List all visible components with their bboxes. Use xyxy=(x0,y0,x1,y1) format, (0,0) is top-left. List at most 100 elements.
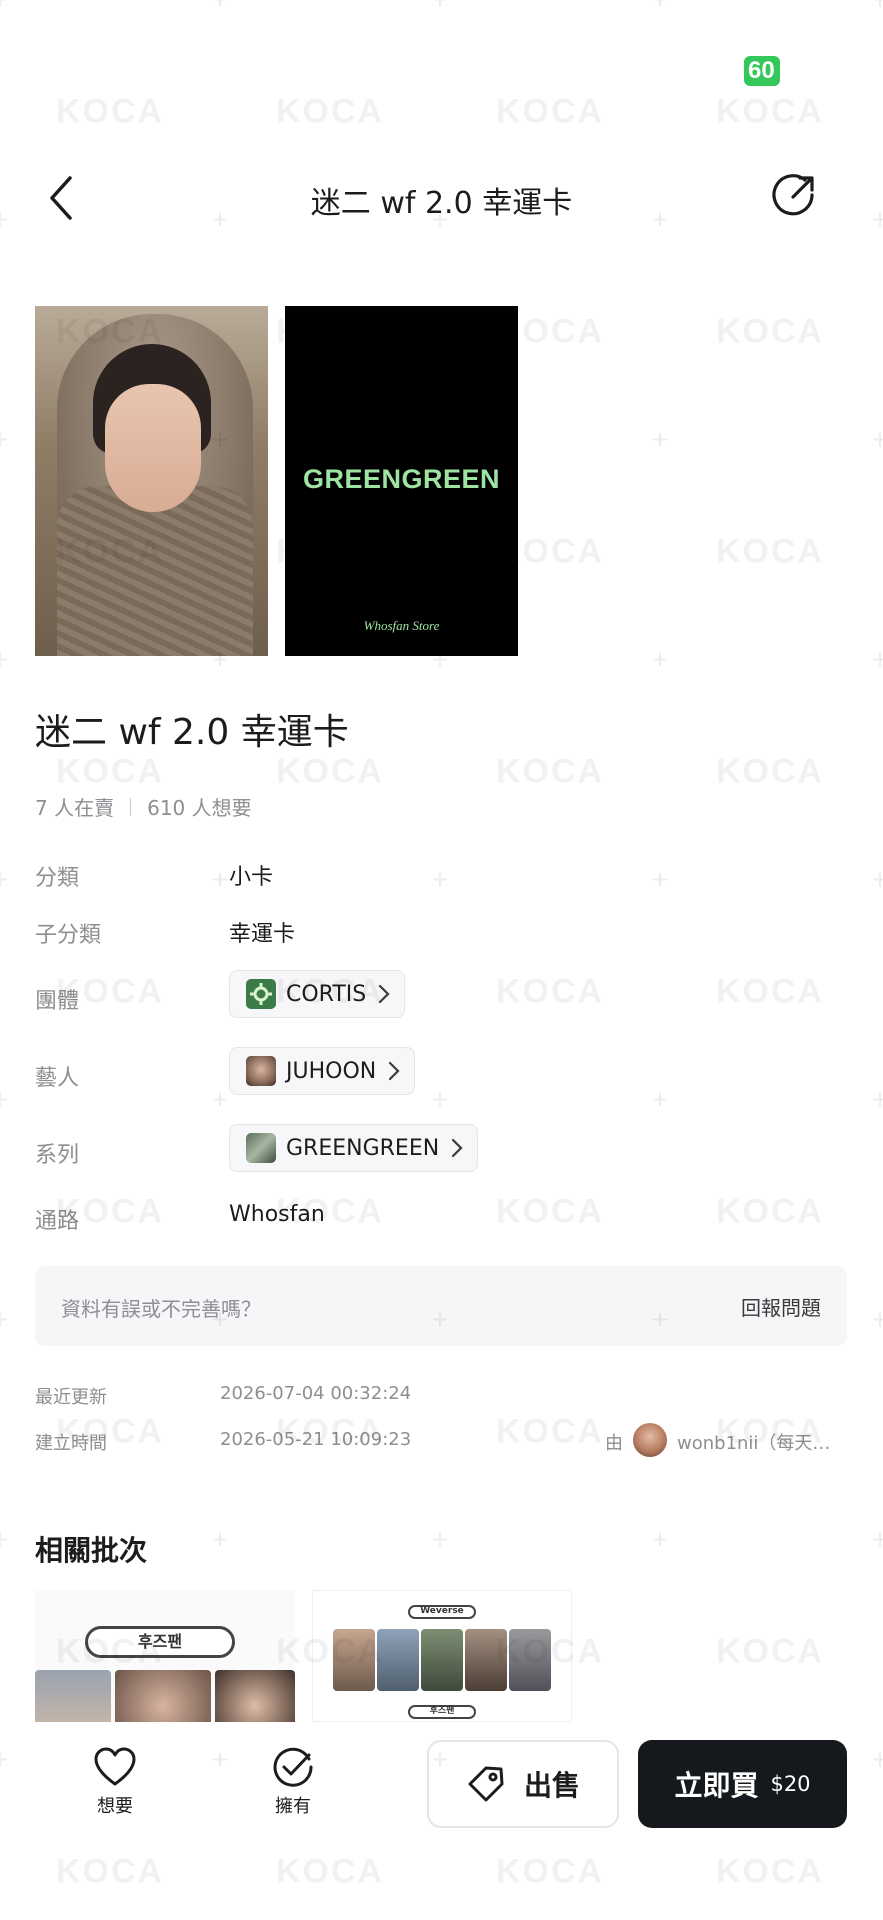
watermark-text: KOCA xyxy=(715,752,825,791)
want-label: 想要 xyxy=(97,1796,133,1817)
watermark-text: KOCA xyxy=(495,1412,605,1451)
card-back-image[interactable]: GREENGREEN Whosfan Store xyxy=(285,306,518,656)
watermark-sparkle: + xyxy=(650,427,670,453)
battery-indicator: 60 xyxy=(744,56,780,86)
chevron-right-icon xyxy=(389,1061,400,1081)
creator-name[interactable]: wonb1nii（每天… xyxy=(677,1429,837,1455)
watermark-sparkle: + xyxy=(0,648,9,673)
watermark-text: KOCA xyxy=(275,92,385,131)
updated-value: 2026-07-04 00:32:24 xyxy=(220,1383,412,1404)
watermark-text: KOCA xyxy=(495,1192,605,1231)
batch-photo xyxy=(115,1670,211,1722)
artist-chip[interactable]: JUHOON xyxy=(229,1047,416,1095)
batch-photo xyxy=(35,1670,111,1722)
own-button[interactable]: 擁有 xyxy=(248,1746,338,1818)
watermark-sparkle: + xyxy=(210,1087,230,1113)
price-tag-icon xyxy=(468,1766,504,1802)
related-batch-card[interactable]: Weverse 후즈팬 xyxy=(312,1590,572,1722)
batch-photo xyxy=(465,1629,507,1691)
series-label: 系列 xyxy=(35,1143,80,1168)
watermark-sparkle: + xyxy=(430,1087,450,1113)
watermark-sparkle: + xyxy=(0,868,9,893)
watermark-sparkle: + xyxy=(0,428,9,453)
watermark-sparkle: + xyxy=(0,1308,9,1333)
created-label: 建立時間 xyxy=(35,1433,107,1454)
updated-label: 最近更新 xyxy=(35,1387,107,1408)
artist-name: JUHOON xyxy=(286,1058,377,1084)
watermark-sparkle: + xyxy=(870,1527,883,1553)
page-title: 迷二 wf 2.0 幸運卡 xyxy=(310,186,573,221)
watermark-sparkle: + xyxy=(870,0,883,13)
watermark-text: KOCA xyxy=(495,92,605,131)
watermark-text: KOCA xyxy=(715,312,825,351)
batch-photo xyxy=(377,1629,419,1691)
creator-avatar[interactable] xyxy=(633,1423,667,1457)
watermark-sparkle: + xyxy=(870,1087,883,1113)
watermark-text: KOCA xyxy=(55,92,165,131)
category-label: 分類 xyxy=(35,866,80,891)
watermark-sparkle: + xyxy=(0,0,9,13)
report-question: 資料有誤或不完善嗎？ xyxy=(61,1297,261,1321)
card-front-image[interactable] xyxy=(35,306,268,656)
batch-pill: 후즈팬 xyxy=(408,1705,476,1719)
want-button[interactable]: 想要 xyxy=(70,1746,160,1818)
watermark-sparkle: + xyxy=(210,1527,230,1553)
batch-photo xyxy=(509,1629,551,1691)
created-by-label: 由 xyxy=(605,1433,623,1454)
stats-divider xyxy=(130,797,132,816)
heart-icon xyxy=(94,1747,136,1786)
related-batch-card[interactable]: 후즈팬 xyxy=(35,1590,295,1722)
watermark-sparkle: + xyxy=(430,867,450,893)
watermark-text: KOCA xyxy=(495,752,605,791)
channel-label: 通路 xyxy=(35,1209,80,1234)
bottom-action-bar: 想要 擁有 出售 立即買 $20 xyxy=(0,1722,883,1920)
subcategory-value: 幸運卡 xyxy=(229,922,296,947)
watermark-text: KOCA xyxy=(715,92,825,131)
artist-label: 藝人 xyxy=(35,1066,80,1091)
buy-now-label: 立即買 xyxy=(674,1769,759,1802)
watermark-sparkle: + xyxy=(650,1087,670,1113)
chevron-right-icon xyxy=(379,984,390,1004)
chevron-right-icon xyxy=(452,1138,463,1158)
watermark-sparkle: + xyxy=(0,1528,9,1553)
report-box: 資料有誤或不完善嗎？ 回報問題 xyxy=(35,1266,847,1346)
sellers-count: 7 人在賣 xyxy=(35,796,115,820)
watermark-sparkle: + xyxy=(650,1527,670,1553)
batch-pill: 후즈팬 xyxy=(85,1626,235,1658)
group-name: CORTIS xyxy=(286,981,367,1007)
watermark-sparkle: + xyxy=(870,1307,883,1333)
sell-label: 出售 xyxy=(523,1769,580,1802)
watermark-sparkle: + xyxy=(870,867,883,893)
watermark-sparkle: + xyxy=(650,867,670,893)
subcategory-label: 子分類 xyxy=(35,923,102,948)
sell-button[interactable]: 出售 xyxy=(427,1740,619,1828)
product-stats: 7 人在賣 610 人想要 xyxy=(35,792,252,821)
watermark-text: KOCA xyxy=(55,752,165,791)
watermark-text: KOCA xyxy=(495,972,605,1011)
group-logo-icon xyxy=(246,979,276,1009)
watermark-text: KOCA xyxy=(715,972,825,1011)
share-button[interactable] xyxy=(772,172,818,218)
buy-now-button[interactable]: 立即買 $20 xyxy=(638,1740,847,1828)
watermark-sparkle: + xyxy=(210,0,230,13)
group-chip[interactable]: CORTIS xyxy=(229,970,406,1018)
watermark-text: KOCA xyxy=(715,1192,825,1231)
product-title: 迷二 wf 2.0 幸運卡 xyxy=(35,712,349,753)
watermark-sparkle: + xyxy=(650,647,670,673)
own-label: 擁有 xyxy=(275,1796,311,1817)
card-back-title: GREENGREEN xyxy=(302,464,501,494)
group-label: 團體 xyxy=(35,989,80,1014)
wants-count: 610 人想要 xyxy=(147,796,252,820)
watermark-sparkle: + xyxy=(650,0,670,13)
created-value: 2026-05-21 10:09:23 xyxy=(220,1429,412,1450)
channel-value: Whosfan xyxy=(229,1202,325,1227)
watermark-sparkle: + xyxy=(0,1088,9,1113)
watermark-text: KOCA xyxy=(715,532,825,571)
report-issue-link[interactable]: 回報問題 xyxy=(741,1292,821,1321)
series-chip[interactable]: GREENGREEN xyxy=(229,1124,479,1172)
batch-pill: Weverse xyxy=(408,1605,476,1619)
related-batches-title: 相關批次 xyxy=(35,1534,148,1567)
watermark-sparkle: + xyxy=(430,0,450,13)
series-thumbnail xyxy=(246,1133,276,1163)
artist-avatar xyxy=(246,1056,276,1086)
